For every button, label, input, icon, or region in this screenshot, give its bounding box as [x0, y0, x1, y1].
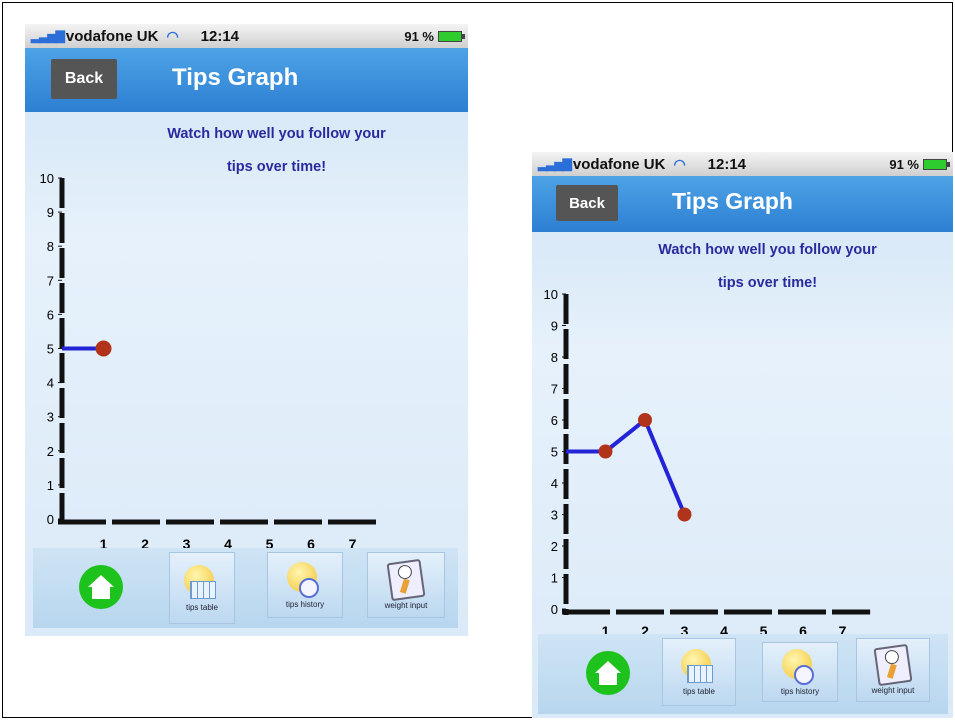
tab-home[interactable]	[73, 558, 129, 616]
tab-label: tips history	[780, 686, 820, 696]
y-tick-label: 4	[47, 376, 54, 391]
y-tick-label: 6	[47, 307, 54, 322]
home-icon	[586, 651, 630, 695]
tips-history-icon	[287, 561, 323, 598]
y-tick-label: 3	[551, 508, 558, 523]
phone-screen-1: ▂▃▅▇ vodafone UK ◠ 12:14 91 % Back Tips …	[25, 24, 468, 636]
y-tick-label: 10	[544, 287, 558, 302]
tab-label: tips table	[185, 602, 219, 612]
y-tick-label: 7	[551, 382, 558, 397]
y-tick-label: 0	[47, 512, 54, 527]
tab-tips-history[interactable]: tips history	[267, 552, 343, 618]
tips-table-icon	[184, 564, 220, 601]
tab-home[interactable]	[580, 644, 636, 702]
y-tick-label: 9	[551, 319, 558, 334]
y-tick-label: 6	[551, 413, 558, 428]
y-tick-label: 1	[47, 478, 54, 493]
y-tick-label: 0	[551, 602, 558, 617]
y-tick-label: 5	[47, 342, 54, 357]
tips-table-icon	[681, 648, 717, 685]
weight-input-icon	[386, 558, 426, 601]
y-tick-label: 2	[551, 539, 558, 554]
y-tick-label: 5	[551, 445, 558, 460]
tab-weight-input[interactable]: weight input	[856, 638, 930, 702]
data-point	[95, 340, 112, 357]
y-tick-label: 3	[47, 410, 54, 425]
series-line	[566, 418, 687, 516]
y-tick-label: 10	[40, 171, 54, 186]
tab-label: tips history	[285, 599, 325, 609]
tab-tips-table[interactable]: tips table	[169, 552, 235, 624]
weight-input-icon	[873, 643, 913, 686]
tab-label: weight input	[871, 685, 915, 695]
y-tick-label: 7	[47, 273, 54, 288]
tab-label: weight input	[384, 600, 428, 610]
tips-history-icon	[782, 648, 818, 685]
y-tick-label: 8	[47, 239, 54, 254]
data-point	[598, 444, 613, 459]
y-tick-label: 2	[47, 444, 54, 459]
tab-bar: tips table tips history weight input	[538, 634, 948, 714]
y-tick-label: 8	[551, 350, 558, 365]
tips-chart-1: 0123456789101 2 3 4 5 6 7	[40, 171, 382, 552]
data-point	[677, 507, 692, 522]
home-icon	[79, 565, 123, 609]
data-point	[638, 413, 652, 427]
tab-tips-history[interactable]: tips history	[762, 642, 838, 702]
phone-screen-2: ▂▃▅▇ vodafone UK ◠ 12:14 91 % Back Tips …	[532, 152, 953, 718]
tab-tips-table[interactable]: tips table	[662, 638, 736, 706]
y-tick-label: 4	[551, 476, 558, 491]
tab-weight-input[interactable]: weight input	[367, 552, 445, 618]
y-tick-label: 1	[551, 571, 558, 586]
tab-bar: tips table tips history weight input	[33, 548, 458, 628]
tab-label: tips table	[682, 686, 716, 696]
y-tick-label: 9	[47, 205, 54, 220]
